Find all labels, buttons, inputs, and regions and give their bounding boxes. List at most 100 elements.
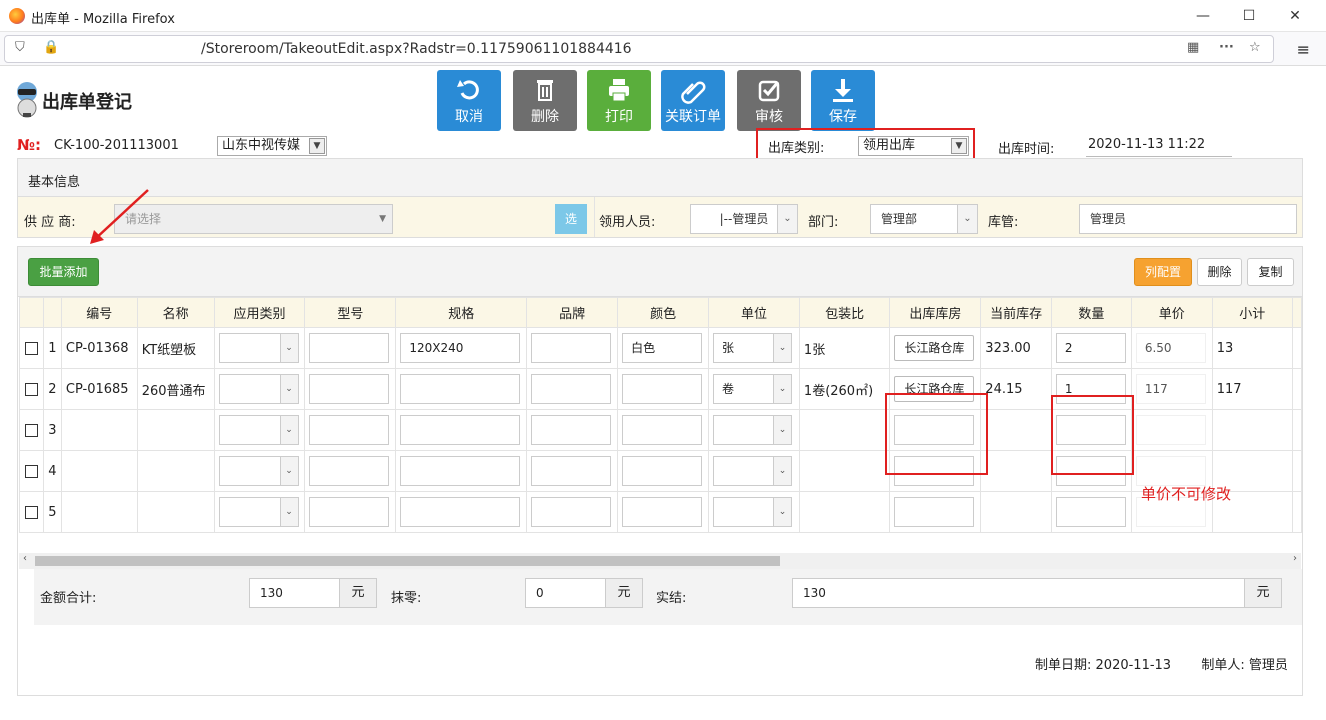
app-menu-icon[interactable]: ≡ <box>1297 40 1310 59</box>
store-button[interactable]: 长江路仓库 <box>894 335 975 361</box>
item-name <box>136 491 215 533</box>
amount-field[interactable]: 130 <box>249 578 340 608</box>
column-config-button[interactable]: 列配置 <box>1134 258 1192 286</box>
minimize-button[interactable]: — <box>1180 0 1226 32</box>
spec-input[interactable] <box>400 415 521 445</box>
scroll-left-icon[interactable]: ‹ <box>23 553 27 564</box>
round-field[interactable]: 0 <box>525 578 606 608</box>
model-input[interactable] <box>309 374 390 404</box>
color-input[interactable] <box>622 415 703 445</box>
link-order-button[interactable]: 关联订单 <box>661 70 725 131</box>
maximize-button[interactable]: ☐ <box>1226 0 1272 32</box>
url-bar[interactable]: ⛉ 🔒 /Storeroom/TakeoutEdit.aspx?Radstr=0… <box>4 35 1274 63</box>
row-checkbox[interactable] <box>24 464 38 478</box>
cancel-label: 取消 <box>455 109 483 125</box>
actual-field[interactable]: 130 <box>792 578 1245 608</box>
model-input[interactable] <box>309 497 390 527</box>
store-input[interactable] <box>894 497 975 527</box>
cell-select[interactable]: ⌄ <box>218 456 299 486</box>
brand-input[interactable] <box>531 415 612 445</box>
model-input[interactable] <box>309 333 390 363</box>
cell-select[interactable]: ⌄ <box>218 333 299 363</box>
color-input[interactable] <box>622 456 703 486</box>
url-text[interactable]: /Storeroom/TakeoutEdit.aspx?Radstr=0.117… <box>201 41 632 57</box>
price-readonly: 6.50 <box>1135 333 1206 363</box>
column-header: 名称 <box>136 297 215 328</box>
delete-button[interactable]: 删除 <box>513 70 577 131</box>
current-stock <box>980 450 1052 492</box>
window-title: 出库单 - Mozilla Firefox <box>31 12 175 27</box>
cell-select[interactable]: ⌄ <box>218 497 299 527</box>
pack-ratio: 1卷(260㎡) <box>798 368 891 410</box>
brand-input[interactable] <box>531 497 612 527</box>
maker-value: 管理员 <box>1248 658 1288 673</box>
scroll-right-icon[interactable]: › <box>1293 553 1297 564</box>
row-checkbox[interactable] <box>24 341 38 355</box>
grid-delete-button[interactable]: 删除 <box>1197 258 1242 286</box>
actual-unit: 元 <box>1244 578 1282 608</box>
spec-input[interactable] <box>400 456 521 486</box>
spec-input[interactable] <box>400 497 521 527</box>
color-input[interactable]: 白色 <box>622 333 703 363</box>
mascot-logo-icon <box>17 82 37 118</box>
item-name: 260普通布 <box>136 368 215 410</box>
cell-select[interactable]: ⌄ <box>713 415 793 445</box>
brand-input[interactable] <box>531 374 612 404</box>
horizontal-scrollbar[interactable]: ‹ › <box>19 553 1301 569</box>
close-button[interactable]: ✕ <box>1272 0 1318 32</box>
qr-code-icon[interactable]: ▦ <box>1187 40 1199 55</box>
printer-icon <box>609 79 629 102</box>
receiver-value: |--管理员 <box>719 212 769 226</box>
current-stock: 24.15 <box>980 368 1052 410</box>
company-select[interactable]: 山东中视传媒 ▼ <box>217 136 327 156</box>
scrollbar-thumb[interactable] <box>35 556 780 566</box>
cancel-button[interactable]: 取消 <box>437 70 501 131</box>
cell-select[interactable]: 张 ⌄ <box>713 333 793 363</box>
quantity-input[interactable] <box>1055 497 1126 527</box>
row-checkbox[interactable] <box>24 423 38 437</box>
keeper-label: 库管: <box>988 215 1019 230</box>
cell-select[interactable]: ⌄ <box>713 497 793 527</box>
more-actions-icon[interactable]: ··· <box>1219 40 1234 55</box>
type-select[interactable]: 领用出库 ▼ <box>858 136 969 156</box>
quantity-input[interactable]: 2 <box>1055 333 1126 363</box>
row-checkbox[interactable] <box>24 505 38 519</box>
approve-button[interactable]: 审核 <box>737 70 801 131</box>
column-header: 颜色 <box>617 297 710 328</box>
grid-copy-button[interactable]: 复制 <box>1247 258 1294 286</box>
row-checkbox[interactable] <box>24 382 38 396</box>
cell-select[interactable]: ⌄ <box>218 374 299 404</box>
brand-input[interactable] <box>531 456 612 486</box>
qty-highlight-box <box>1051 395 1134 475</box>
items-grid-panel: 批量添加 列配置 删除 复制 编号 名称 应用类别 型号 规格 品牌 颜色 单位 <box>17 246 1303 696</box>
column-header: 当前库存 <box>980 297 1052 328</box>
cell-select[interactable]: 卷 ⌄ <box>713 374 793 404</box>
pick-supplier-button[interactable]: 选 <box>555 204 587 234</box>
save-button[interactable]: 保存 <box>811 70 875 131</box>
column-header: 型号 <box>304 297 397 328</box>
cell-select[interactable]: ⌄ <box>218 415 299 445</box>
insecure-lock-icon[interactable]: 🔒 <box>43 40 59 55</box>
model-input[interactable] <box>309 415 390 445</box>
receiver-label: 领用人员: <box>599 215 656 230</box>
footer-meta: 制单日期: 2020-11-13 制单人: 管理员 <box>1035 654 1288 673</box>
receiver-select[interactable]: |--管理员 ⌄ <box>690 204 798 234</box>
print-button[interactable]: 打印 <box>587 70 651 131</box>
supplier-select[interactable]: 请选择 ▼ <box>114 204 393 234</box>
color-input[interactable] <box>622 497 703 527</box>
keeper-field[interactable]: 管理员 <box>1079 204 1297 234</box>
cell-select[interactable]: ⌄ <box>713 456 793 486</box>
batch-add-button[interactable]: 批量添加 <box>28 258 99 286</box>
shield-icon[interactable]: ⛉ <box>15 40 25 55</box>
store-highlight-box <box>885 393 988 475</box>
item-code <box>60 450 138 492</box>
bookmark-star-icon[interactable]: ☆ <box>1249 40 1261 55</box>
brand-input[interactable] <box>531 333 612 363</box>
model-input[interactable] <box>309 456 390 486</box>
time-field[interactable]: 2020-11-13 11:22 <box>1086 137 1232 157</box>
dept-select[interactable]: 管理部 ⌄ <box>870 204 978 234</box>
color-input[interactable] <box>622 374 703 404</box>
spec-input[interactable] <box>400 374 521 404</box>
page-title: 出库单登记 <box>42 92 132 113</box>
spec-input[interactable]: 120X240 <box>400 333 521 363</box>
